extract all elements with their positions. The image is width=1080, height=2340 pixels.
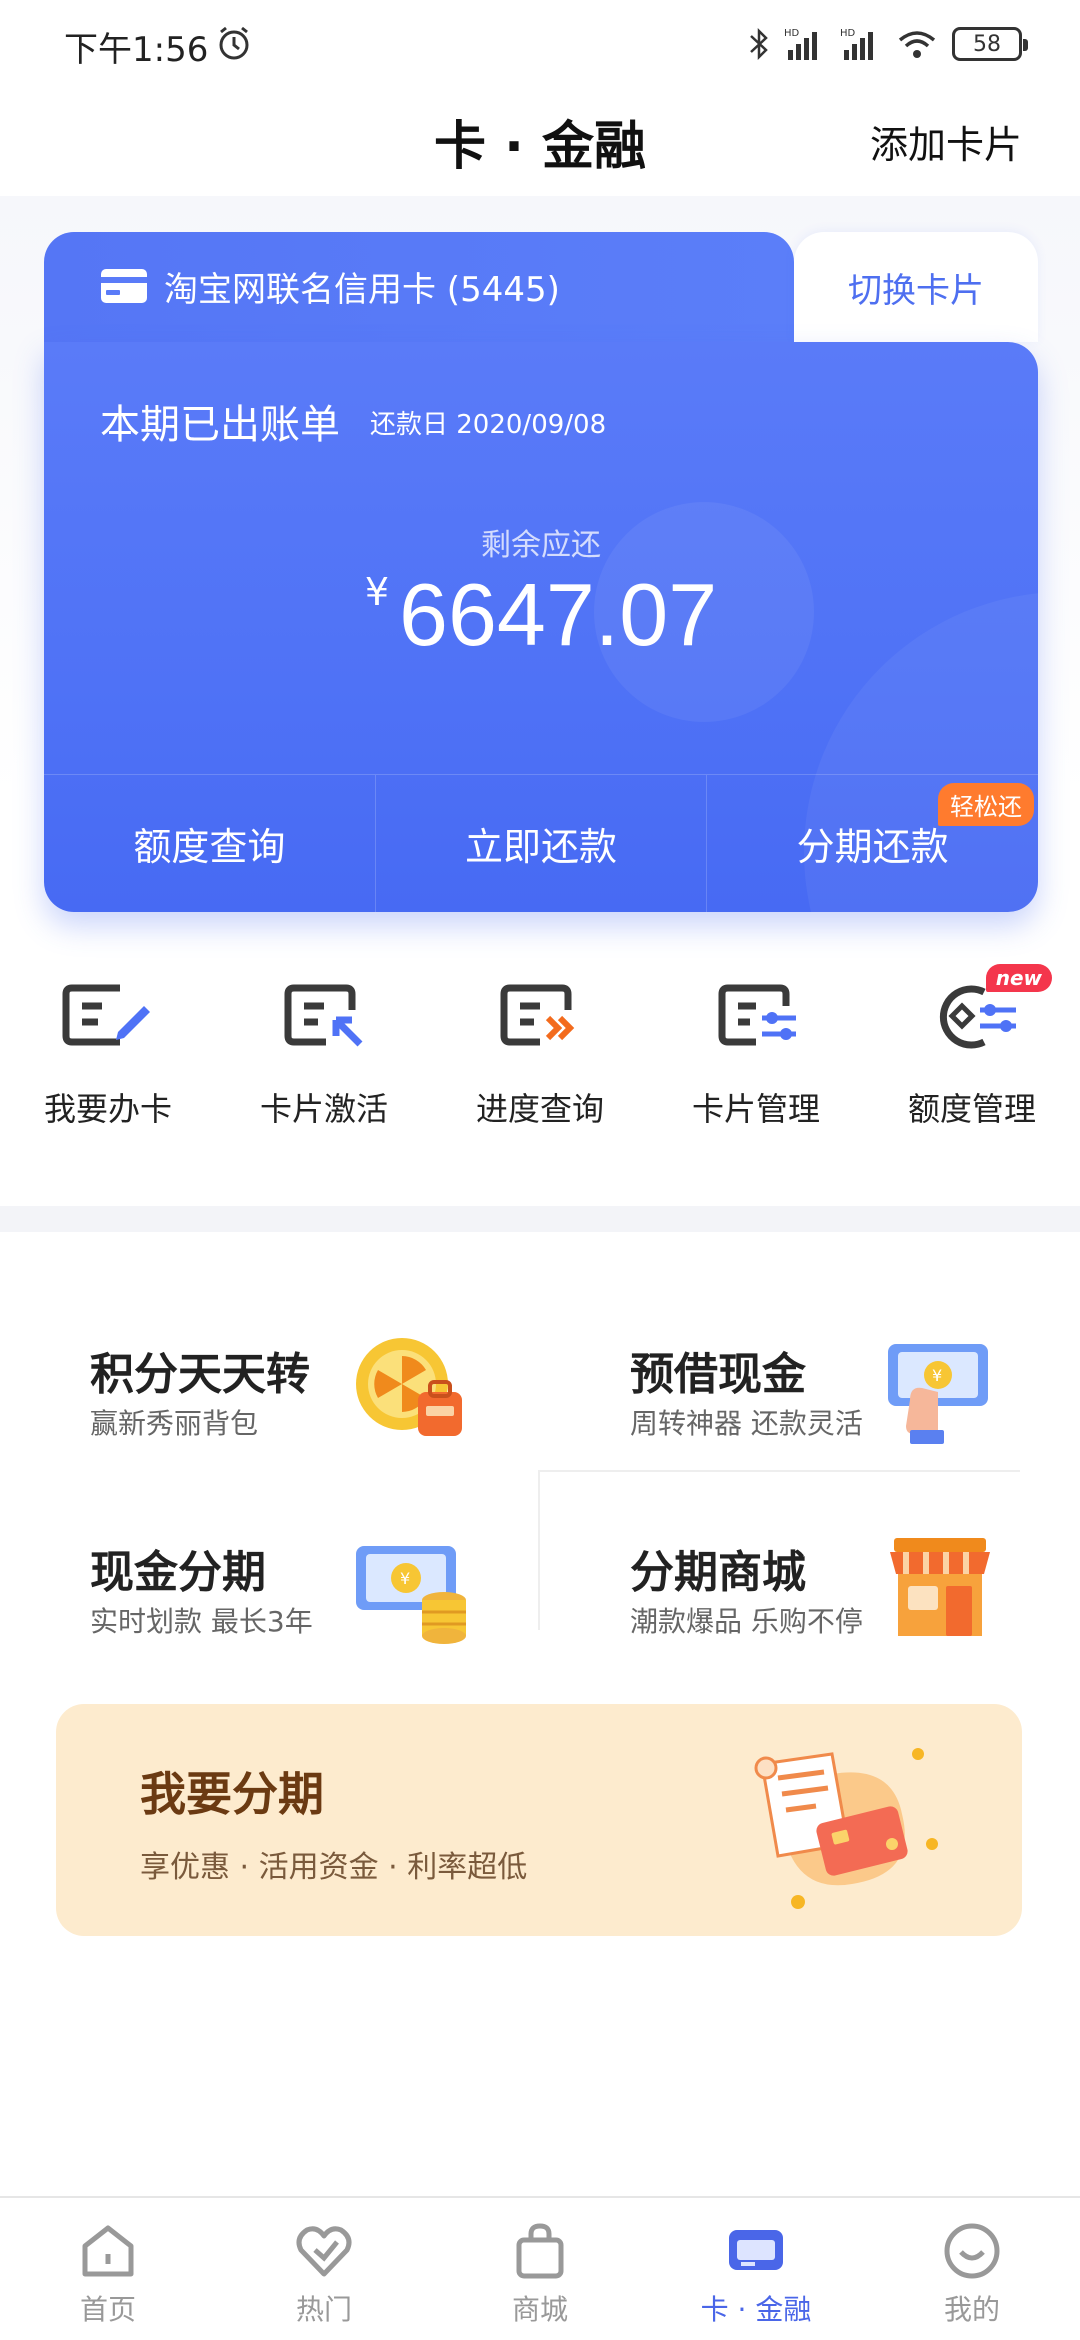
apply-card-label: 我要办卡	[43, 1090, 172, 1128]
card-name: 淘宝网联名信用卡 (5445)	[164, 270, 560, 310]
card-activate-icon	[284, 984, 363, 1047]
battery-level: 58	[973, 31, 1001, 57]
card-management-label: 卡片管理	[691, 1090, 820, 1128]
points-wheel-icon	[356, 1338, 462, 1436]
installment-repay-button[interactable]: 分期还款 轻松还	[707, 775, 1038, 912]
feature-title: 现金分期	[90, 1547, 266, 1598]
promo-title: 我要分期	[140, 1767, 324, 1821]
card-management-button[interactable]: 卡片管理	[648, 970, 864, 1170]
nav-mall[interactable]: 商城	[432, 2198, 648, 2340]
feature-subtitle: 实时划款 最长3年	[90, 1605, 313, 1638]
installment-mall-tile[interactable]: 分期商城 潮款爆品 乐购不停	[540, 1488, 1080, 1678]
installment-promo-banner[interactable]: 我要分期 享优惠 · 活用资金 · 利率超低	[56, 1704, 1022, 1936]
progress-icon	[500, 984, 575, 1046]
nav-label: 商城	[511, 2293, 568, 2326]
section-divider	[0, 1206, 1080, 1232]
status-bar: 下午1:56 HD HD 58	[0, 0, 1080, 86]
activate-card-button[interactable]: 卡片激活	[216, 970, 432, 1170]
promo-subtitle: 享优惠 · 活用资金 · 利率超低	[140, 1850, 528, 1885]
progress-query-button[interactable]: 进度查询	[432, 970, 648, 1170]
card-body[interactable]: 本期已出账单 还款日 2020/09/08 剩余应还 ¥6647.07 额度查询…	[44, 342, 1038, 912]
alarm-icon	[219, 26, 249, 60]
feature-subtitle: 赢新秀丽背包	[90, 1407, 259, 1440]
status-time: 下午1:56	[64, 30, 209, 70]
grid-divider	[538, 1470, 540, 1630]
cash-hand-icon: ¥	[888, 1344, 988, 1444]
apply-card-button[interactable]: 我要办卡	[0, 970, 216, 1170]
add-card-button[interactable]: 添加卡片	[870, 114, 1022, 169]
signal-icon: HD	[840, 28, 873, 60]
feature-title: 预借现金	[630, 1349, 806, 1400]
nav-home[interactable]: 首页	[0, 2198, 216, 2340]
credit-card-panel: 淘宝网联名信用卡 (5445) 切换卡片 本期已出账单 还款日 2020/09/…	[44, 232, 1038, 912]
remaining-label: 剩余应还	[481, 528, 601, 563]
card-settings-icon	[718, 984, 796, 1046]
credit-limit-button[interactable]: 额度查询	[44, 775, 376, 912]
nav-label: 热门	[295, 2293, 352, 2326]
nav-label: 首页	[79, 2293, 136, 2326]
nav-label: 我的	[943, 2293, 1000, 2326]
limit-management-label: 额度管理	[907, 1090, 1036, 1128]
profile-icon	[944, 2223, 1000, 2279]
card-icon	[729, 2230, 783, 2270]
svg-text:¥: ¥	[932, 1366, 942, 1385]
credit-limit-label: 额度查询	[133, 825, 286, 869]
bottom-nav: 首页 热门 商城 卡 · 金融 我的	[0, 2196, 1080, 2340]
credit-card-icon	[101, 269, 147, 303]
installment-repay-label: 分期还款	[796, 825, 949, 869]
repay-now-button[interactable]: 立即还款	[376, 775, 708, 912]
feature-title: 分期商城	[630, 1547, 806, 1598]
home-icon	[82, 2225, 134, 2277]
card-actions: 额度查询 立即还款 分期还款 轻松还	[44, 774, 1038, 912]
repay-now-label: 立即还款	[465, 825, 618, 869]
cash-installment-tile[interactable]: 现金分期 实时划款 最长3年 ¥	[0, 1488, 540, 1678]
wifi-icon	[898, 31, 936, 58]
nav-profile[interactable]: 我的	[864, 2198, 1080, 2340]
new-badge: new	[985, 964, 1052, 992]
nav-label: 卡 · 金融	[700, 2293, 812, 2326]
battery-icon: 58	[952, 27, 1028, 61]
switch-card-button[interactable]: 切换卡片	[794, 232, 1038, 342]
shop-icon	[890, 1538, 990, 1636]
quick-actions: 我要办卡 卡片激活 进度查询 卡片管理 new 额度管理	[0, 964, 1080, 1170]
card-edit-icon	[62, 984, 150, 1046]
limit-management-button[interactable]: new 额度管理	[864, 964, 1080, 1170]
easy-repay-badge: 轻松还	[938, 783, 1035, 826]
svg-text:¥: ¥	[400, 1569, 410, 1588]
progress-query-label: 进度查询	[475, 1090, 604, 1128]
card-tab: 淘宝网联名信用卡 (5445)	[44, 232, 794, 342]
due-date: 还款日 2020/09/08	[370, 410, 607, 440]
installment-illustration-icon	[754, 1748, 938, 1909]
signal-icon: HD	[784, 28, 817, 60]
bluetooth-icon	[750, 27, 768, 61]
nav-hot[interactable]: 热门	[216, 2198, 432, 2340]
cash-coins-icon: ¥	[356, 1546, 466, 1644]
header: 卡 · 金融 添加卡片	[0, 86, 1080, 196]
points-spin-tile[interactable]: 积分天天转 赢新秀丽背包	[0, 1290, 540, 1480]
status-icons: HD HD 58	[748, 22, 1028, 66]
amount-due: 6647.07	[399, 565, 718, 664]
bill-title: 本期已出账单	[100, 402, 340, 448]
grid-divider	[540, 1470, 1020, 1472]
nav-card-finance[interactable]: 卡 · 金融	[648, 2198, 864, 2340]
feature-title: 积分天天转	[90, 1349, 310, 1400]
activate-card-label: 卡片激活	[259, 1090, 388, 1128]
shopping-bag-icon	[516, 2223, 564, 2279]
feature-subtitle: 周转神器 还款灵活	[630, 1407, 863, 1440]
svg-text:HD: HD	[784, 28, 800, 39]
currency-symbol: ¥	[364, 570, 390, 614]
heart-icon	[296, 2226, 352, 2277]
svg-text:HD: HD	[840, 28, 856, 39]
cash-advance-tile[interactable]: 预借现金 周转神器 还款灵活 ¥	[540, 1290, 1080, 1480]
feature-subtitle: 潮款爆品 乐购不停	[630, 1605, 863, 1638]
amount-row: ¥6647.07	[44, 564, 1038, 666]
